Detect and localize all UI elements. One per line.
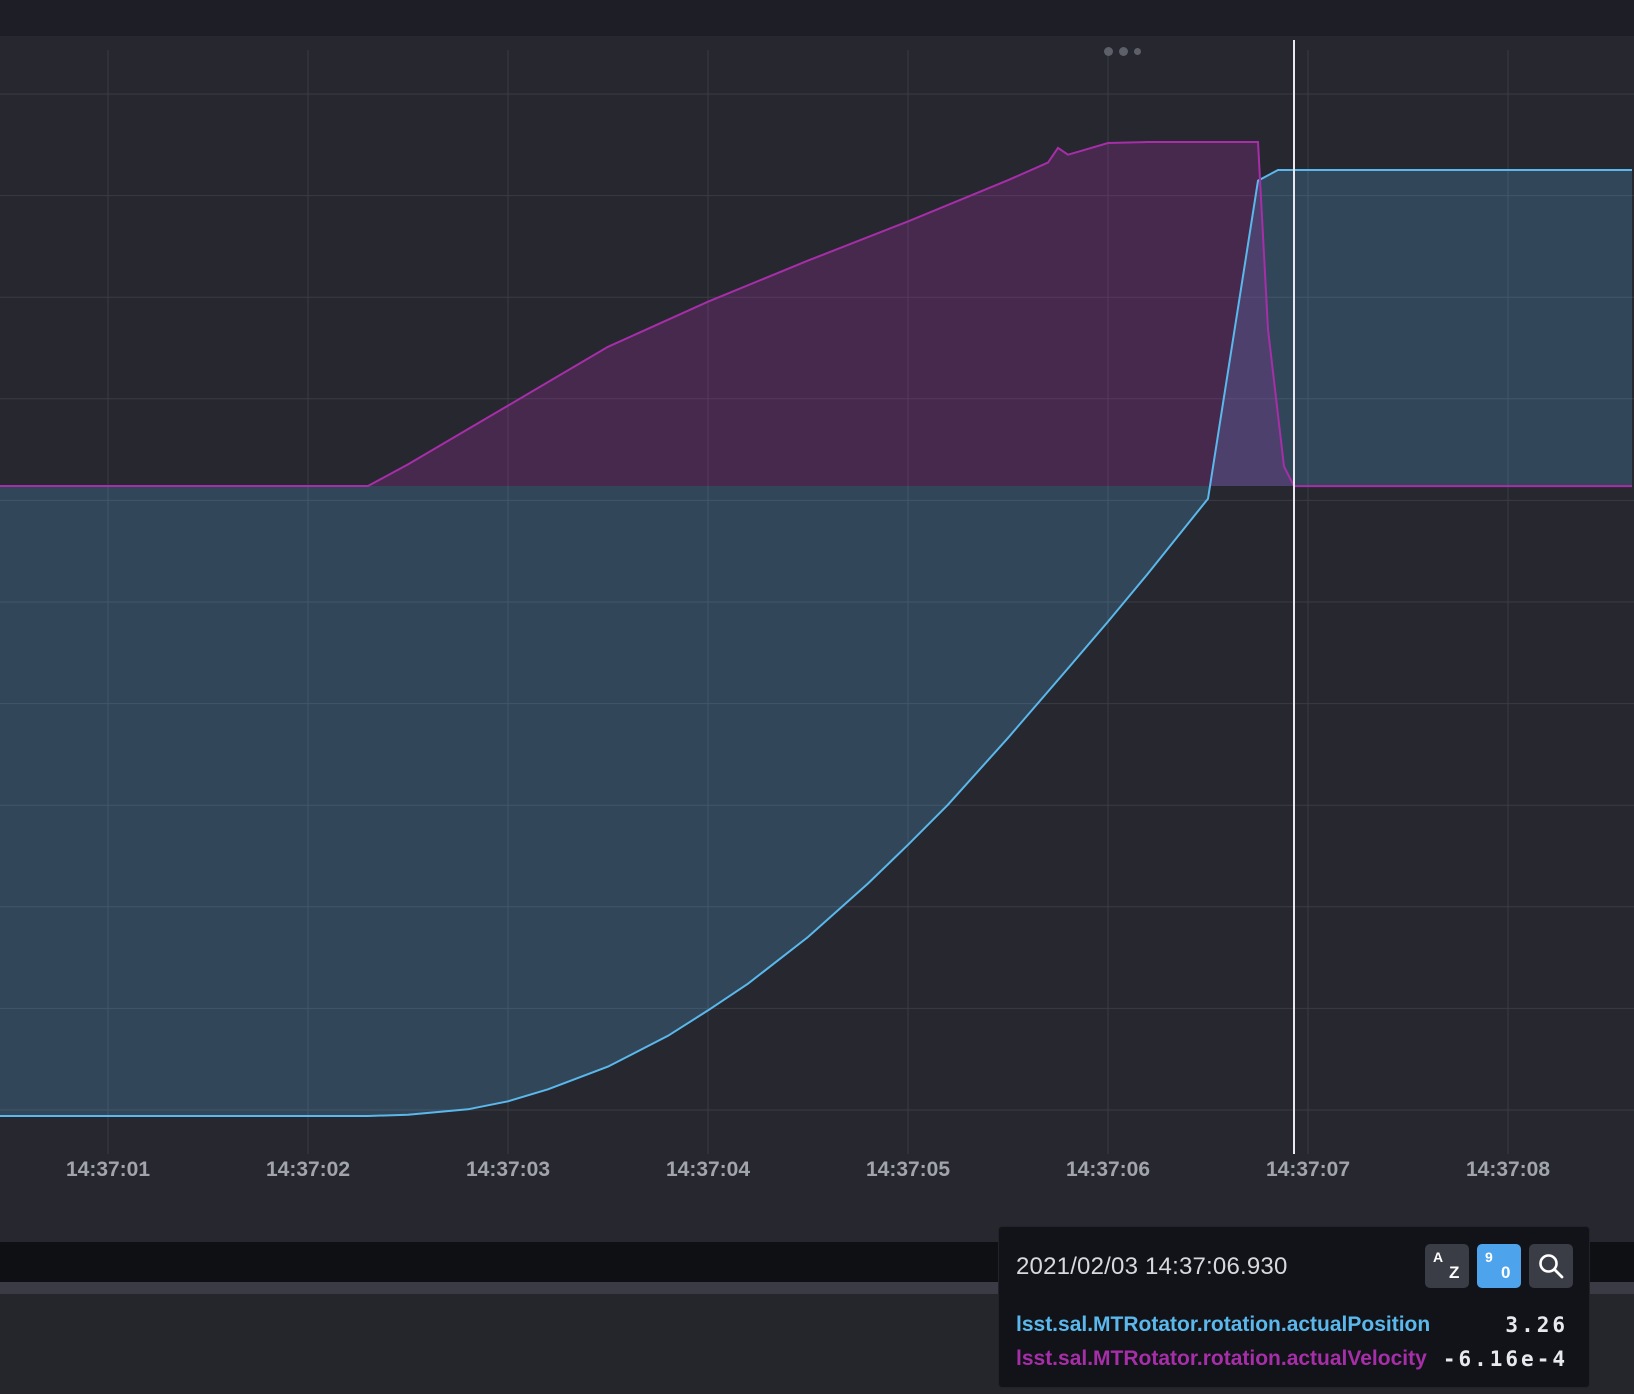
- x-tick-label: 14:37:04: [666, 1158, 750, 1181]
- x-tick-label: 14:37:03: [466, 1158, 550, 1181]
- tooltip-timestamp: 2021/02/03 14:37:06.930: [1016, 1253, 1288, 1280]
- tooltip-series-value: 3.26: [1505, 1313, 1568, 1337]
- x-tick-label: 14:37:06: [1066, 1158, 1150, 1181]
- x-tick-label: 14:37:02: [266, 1158, 350, 1181]
- x-tick-label: 14:37:01: [66, 1158, 150, 1181]
- tooltip-row-position: lsst.sal.MTRotator.rotation.actualPositi…: [1016, 1309, 1576, 1339]
- x-tick-label: 14:37:05: [866, 1158, 950, 1181]
- search-button[interactable]: [1529, 1244, 1573, 1288]
- sort-numeric-button[interactable]: 9 0: [1477, 1244, 1521, 1288]
- x-tick-label: 14:37:08: [1466, 1158, 1550, 1181]
- hover-tooltip: 2021/02/03 14:37:06.930 A Z 9 0 lsst.sal…: [998, 1226, 1590, 1388]
- chart-canvas[interactable]: 14:37:01 14:37:02 14:37:03 14:37:04 14:37:05…: [0, 36, 1634, 1242]
- sort-numeric-icon-bottom: 0: [1501, 1263, 1511, 1282]
- tooltip-series-name: lsst.sal.MTRotator.rotation.actualPositi…: [1016, 1313, 1431, 1336]
- sort-alpha-button[interactable]: A Z: [1425, 1244, 1469, 1288]
- tooltip-series-value: -6.16e-4: [1442, 1347, 1568, 1371]
- sort-numeric-icon-top: 9: [1485, 1249, 1493, 1265]
- x-tick-label: 14:37:07: [1266, 1158, 1350, 1181]
- sort-alpha-icon-bottom: Z: [1449, 1263, 1460, 1282]
- tooltip-series-name: lsst.sal.MTRotator.rotation.actualVeloci…: [1016, 1347, 1427, 1370]
- search-icon: [1539, 1254, 1564, 1279]
- tooltip-row-velocity: lsst.sal.MTRotator.rotation.actualVeloci…: [1016, 1343, 1576, 1373]
- top-bar: [0, 0, 1634, 36]
- timeseries-chart[interactable]: 14:37:01 14:37:02 14:37:03 14:37:04 14:37:05…: [0, 36, 1634, 1242]
- drag-handle-icon[interactable]: [1100, 44, 1150, 58]
- sort-alpha-icon-top: A: [1433, 1249, 1444, 1265]
